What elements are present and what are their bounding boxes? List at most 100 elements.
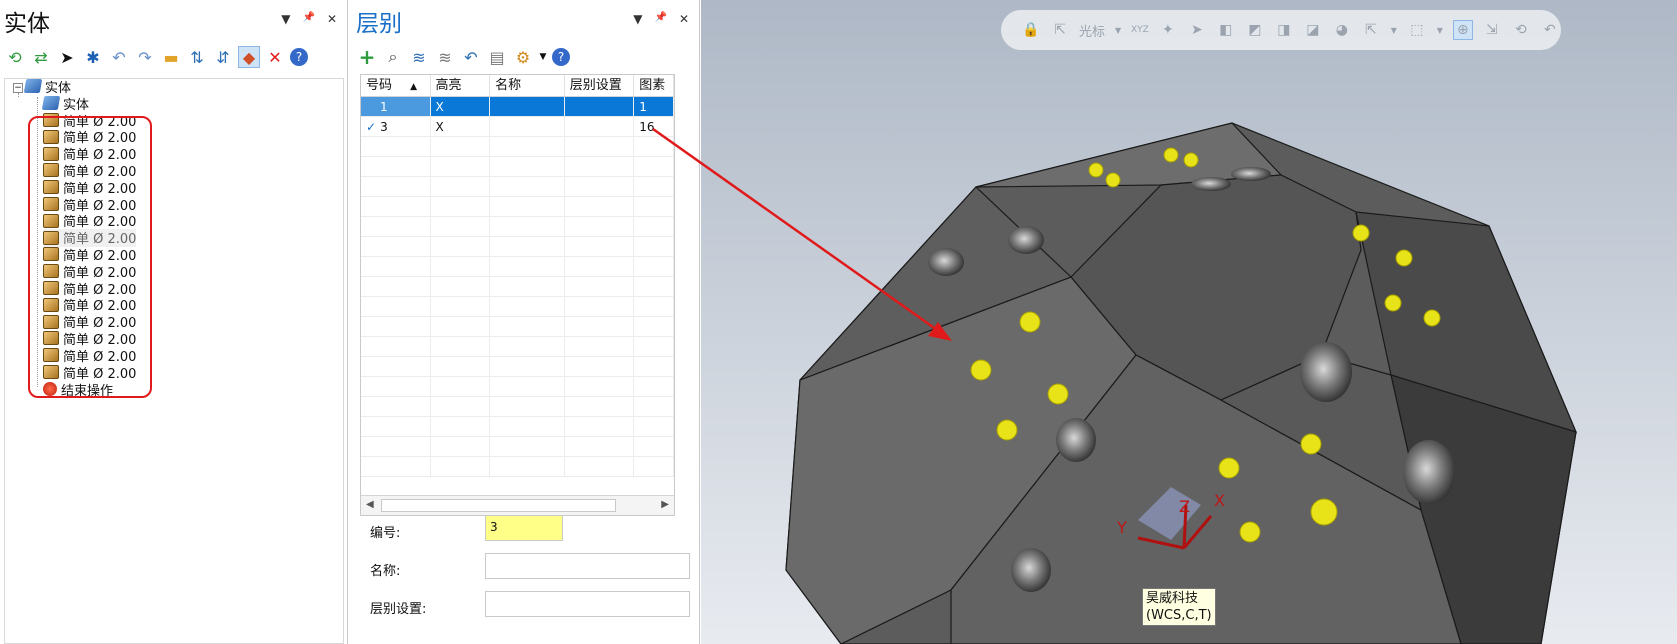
- tree-root-solid[interactable]: 实体: [23, 77, 71, 96]
- empty-cell: [634, 257, 674, 276]
- tree-operation-item[interactable]: 简单 Ø 2.00: [43, 262, 136, 281]
- scrollbar-thumb[interactable]: [381, 499, 616, 512]
- pin-icon[interactable]: 📌: [302, 12, 314, 26]
- tree-operation-item[interactable]: 简单 Ø 2.00: [43, 128, 136, 146]
- tree-operation-item[interactable]: 简单 Ø 2.00: [43, 145, 136, 163]
- chevron-down-icon[interactable]: ▼: [538, 46, 548, 68]
- empty-table-row: [361, 277, 674, 297]
- help-icon[interactable]: ?: [552, 48, 570, 66]
- table-row[interactable]: ✓ 3 X 16: [361, 117, 674, 137]
- viewport-canvas[interactable]: Y Z X: [701, 0, 1677, 644]
- undo-icon[interactable]: ↶: [108, 46, 130, 68]
- select-multiple-icon[interactable]: ✱: [82, 46, 104, 68]
- column-header-number[interactable]: 号码 ▲: [361, 75, 431, 96]
- chevron-down-icon[interactable]: ▼: [1390, 20, 1398, 40]
- tree-operation-item[interactable]: 简单 Ø 2.00: [43, 228, 137, 247]
- xyz-input-icon[interactable]: XYZ: [1131, 25, 1149, 35]
- edge-select-icon[interactable]: ◨: [1274, 20, 1294, 40]
- empty-cell: [565, 137, 635, 156]
- horizontal-scrollbar[interactable]: ◀ ▶: [361, 495, 674, 515]
- settings-gear-icon[interactable]: ⚙: [512, 46, 534, 68]
- move-up-icon[interactable]: ⇅: [186, 46, 208, 68]
- add-level-icon[interactable]: +: [356, 45, 378, 69]
- close-icon[interactable]: ✕: [679, 12, 689, 26]
- select-arrow-icon[interactable]: ➤: [1187, 20, 1207, 40]
- cell-name[interactable]: [490, 117, 565, 136]
- tree-operation-item[interactable]: 简单 Ø 2.00: [43, 363, 136, 382]
- number-field[interactable]: 3: [485, 515, 563, 541]
- empty-cell: [634, 177, 674, 196]
- layers-icon[interactable]: ≋: [408, 46, 430, 68]
- cell-level-set[interactable]: [565, 117, 635, 136]
- select-mode-icon[interactable]: ⇱: [1361, 20, 1381, 40]
- cursor-mode-dropdown[interactable]: 光标: [1079, 21, 1105, 40]
- column-header-highlight[interactable]: 高亮: [431, 75, 491, 96]
- cell-level-set[interactable]: [564, 97, 635, 116]
- face-select-icon[interactable]: ◩: [1245, 20, 1265, 40]
- tree-operation-item[interactable]: 简单 Ø 2.00: [43, 279, 136, 298]
- auto-cursor-icon[interactable]: ✦: [1158, 20, 1178, 40]
- cursor-snap-icon[interactable]: ⇱: [1050, 20, 1070, 40]
- empty-cell: [490, 437, 565, 456]
- delete-icon[interactable]: ✕: [264, 46, 286, 68]
- panel-dropdown-icon[interactable]: ▼: [281, 12, 290, 26]
- tree-operation-item[interactable]: 简单 Ø 2.00: [43, 195, 136, 214]
- help-icon[interactable]: ?: [290, 48, 308, 66]
- select-last-icon[interactable]: ⇲: [1482, 20, 1502, 40]
- tree-collapse-icon[interactable]: −: [13, 83, 23, 93]
- body-select-icon[interactable]: ◪: [1303, 20, 1323, 40]
- regenerate-dirty-icon[interactable]: ⇄: [30, 46, 52, 68]
- empty-table-row: [361, 317, 674, 337]
- column-header-name[interactable]: 名称: [490, 75, 565, 96]
- shaded-solid-icon[interactable]: ◕: [1332, 20, 1352, 40]
- tree-end-operation[interactable]: 结束操作: [43, 380, 113, 399]
- empty-cell: [431, 417, 491, 436]
- cell-highlight[interactable]: X: [431, 117, 491, 136]
- scroll-left-icon[interactable]: ◀: [366, 499, 374, 510]
- undo-selection-icon[interactable]: ↶: [1540, 20, 1560, 40]
- layers-gray-icon[interactable]: ≋: [434, 46, 456, 68]
- tree-operation-item[interactable]: 简单 Ø 2.00: [43, 245, 136, 264]
- sort-ascending-icon: ▲: [410, 82, 418, 92]
- chevron-down-icon[interactable]: ▼: [1436, 20, 1444, 40]
- undo-icon[interactable]: ↶: [460, 46, 482, 68]
- tree-operation-item[interactable]: 简单 Ø 2.00: [43, 178, 136, 197]
- tree-operation-item[interactable]: 简单 Ø 2.00: [43, 111, 136, 130]
- cell-name[interactable]: [490, 97, 565, 116]
- column-header-entities[interactable]: 图素: [634, 75, 674, 96]
- column-header-level-set[interactable]: 层别设置: [565, 75, 635, 96]
- redo-icon[interactable]: ↷: [134, 46, 156, 68]
- search-icon[interactable]: ⌕: [382, 46, 404, 68]
- tree-operation-item[interactable]: 简单 Ø 2.00: [43, 329, 136, 348]
- name-field[interactable]: [485, 553, 690, 579]
- tree-operation-item[interactable]: 简单 Ø 2.00: [43, 161, 136, 180]
- verify-selection-icon[interactable]: ⊕: [1452, 20, 1473, 40]
- level-list-icon[interactable]: ▤: [486, 46, 508, 68]
- tree-operation-item[interactable]: 简单 Ø 2.00: [43, 313, 136, 331]
- cell-highlight[interactable]: X: [430, 97, 491, 116]
- empty-cell: [490, 217, 565, 236]
- scroll-right-icon[interactable]: ▶: [661, 499, 669, 510]
- lock-icon[interactable]: 🔒: [1021, 20, 1041, 40]
- table-row[interactable]: 1 X 1: [361, 97, 674, 117]
- tree-solid-node[interactable]: 实体: [41, 94, 89, 113]
- folder-icon[interactable]: ▬: [160, 46, 182, 68]
- graphics-viewport[interactable]: Y Z X 🔒 ⇱ 光标 ▼ XYZ ✦ ➤ ◧ ◩ ◨ ◪ ◕ ⇱ ▼ ⬚ ▼…: [701, 0, 1677, 644]
- close-icon[interactable]: ✕: [327, 12, 337, 26]
- end-operation-icon: [43, 382, 57, 396]
- window-select-icon[interactable]: ⬚: [1407, 20, 1427, 40]
- clear-selection-icon[interactable]: ⟲: [1511, 20, 1531, 40]
- regenerate-all-icon[interactable]: ⟲: [4, 46, 26, 68]
- highlight-operation-icon[interactable]: ◆: [238, 46, 260, 68]
- chevron-down-icon[interactable]: ▼: [1114, 20, 1122, 40]
- panel-dropdown-icon[interactable]: ▼: [633, 12, 642, 26]
- tree-operation-item[interactable]: 简单 Ø 2.00: [43, 212, 136, 230]
- tree-operation-item[interactable]: 简单 Ø 2.00: [43, 296, 136, 314]
- pin-icon[interactable]: 📌: [654, 12, 666, 26]
- move-down-icon[interactable]: ⇵: [212, 46, 234, 68]
- tree-operation-item[interactable]: 简单 Ø 2.00: [43, 346, 136, 365]
- select-arrow-icon[interactable]: ➤: [56, 46, 78, 68]
- empty-cell: [361, 357, 431, 376]
- level-set-field[interactable]: [485, 591, 690, 617]
- solid-select-icon[interactable]: ◧: [1216, 20, 1236, 40]
